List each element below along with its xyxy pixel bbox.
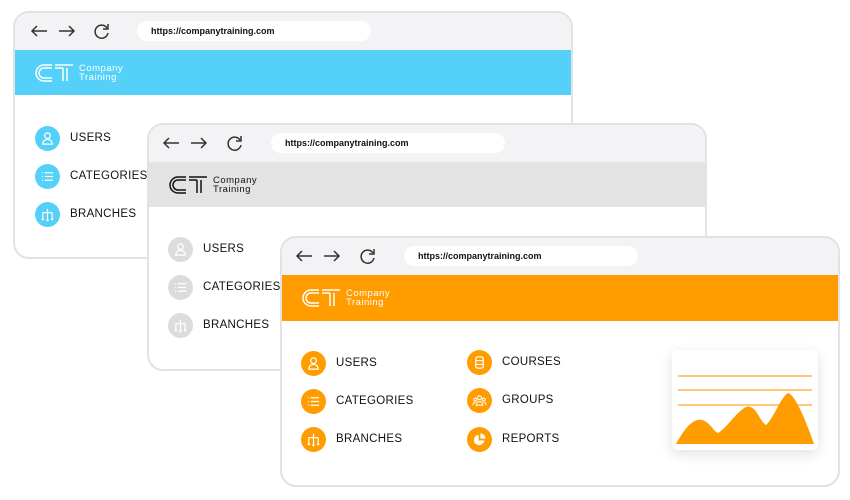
menu-label: USERS xyxy=(70,132,112,144)
user-icon xyxy=(35,125,60,151)
forward-arrow-icon[interactable] xyxy=(57,22,77,40)
menu-item-categories[interactable]: CATEGORIES xyxy=(168,274,281,300)
menu-label: GROUPS xyxy=(502,394,554,406)
group-icon xyxy=(467,387,492,413)
logo-line2: Training xyxy=(79,72,117,83)
menu-label: USERS xyxy=(336,357,378,369)
logo-line2: Training xyxy=(213,184,251,195)
back-arrow-icon[interactable] xyxy=(161,134,181,152)
chart-area xyxy=(676,393,814,444)
ct-logo-icon xyxy=(302,288,342,308)
site-header: Company Training xyxy=(149,162,705,207)
forward-arrow-icon[interactable] xyxy=(322,247,342,265)
menu-label: CATEGORIES xyxy=(70,170,148,182)
menu-label: COURSES xyxy=(502,356,561,368)
menu-label: BRANCHES xyxy=(203,319,270,331)
reload-icon[interactable] xyxy=(92,22,112,40)
menu-item-users[interactable]: USERS xyxy=(301,350,377,376)
browser-toolbar: https://companytraining.com xyxy=(15,13,571,50)
menu-item-users[interactable]: USERS xyxy=(35,125,111,151)
site-header: Company Training xyxy=(15,50,571,95)
menu-item-groups[interactable]: GROUPS xyxy=(467,387,554,413)
address-bar[interactable]: https://companytraining.com xyxy=(137,21,371,41)
menu-item-categories[interactable]: CATEGORIES xyxy=(301,388,414,414)
reload-icon[interactable] xyxy=(225,134,245,152)
menu-item-reports[interactable]: REPORTS xyxy=(467,426,559,452)
menu-item-branches[interactable]: BRANCHES xyxy=(168,312,269,338)
database-icon xyxy=(467,349,492,375)
logo-line2: Training xyxy=(346,297,384,308)
branches-icon xyxy=(301,426,326,452)
menu-item-branches[interactable]: BRANCHES xyxy=(301,426,402,452)
list-icon xyxy=(168,274,193,300)
user-icon xyxy=(301,350,326,376)
menu-item-categories[interactable]: CATEGORIES xyxy=(35,163,148,189)
menu-label: CATEGORIES xyxy=(336,395,414,407)
address-bar[interactable]: https://companytraining.com xyxy=(271,133,505,153)
list-icon xyxy=(301,388,326,414)
forward-arrow-icon[interactable] xyxy=(189,134,209,152)
user-icon xyxy=(168,236,193,262)
reload-icon[interactable] xyxy=(358,247,378,265)
menu-label: CATEGORIES xyxy=(203,281,281,293)
browser-toolbar: https://companytraining.com xyxy=(149,125,705,162)
menu-label: BRANCHES xyxy=(336,433,403,445)
branches-icon xyxy=(168,312,193,338)
address-bar[interactable]: https://companytraining.com xyxy=(404,246,638,266)
menu-item-branches[interactable]: BRANCHES xyxy=(35,201,136,227)
pie-chart-icon xyxy=(467,426,492,452)
area-chart-graphic xyxy=(676,375,814,444)
browser-toolbar: https://companytraining.com xyxy=(282,238,838,275)
menu-item-courses[interactable]: COURSES xyxy=(467,349,561,375)
ct-logo-icon xyxy=(35,63,75,83)
menu-label: BRANCHES xyxy=(70,208,137,220)
menu-item-users[interactable]: USERS xyxy=(168,236,244,262)
area-chart-card xyxy=(672,350,818,450)
branches-icon xyxy=(35,201,60,227)
company-training-logo[interactable]: Company Training xyxy=(302,287,390,309)
back-arrow-icon[interactable] xyxy=(294,247,314,265)
menu-label: USERS xyxy=(203,243,245,255)
list-icon xyxy=(35,163,60,189)
company-training-logo[interactable]: Company Training xyxy=(169,174,257,196)
ct-logo-icon xyxy=(169,175,209,195)
menu-label: REPORTS xyxy=(502,433,560,445)
company-training-logo[interactable]: Company Training xyxy=(35,62,123,84)
site-header: Company Training xyxy=(282,275,838,321)
back-arrow-icon[interactable] xyxy=(29,22,49,40)
